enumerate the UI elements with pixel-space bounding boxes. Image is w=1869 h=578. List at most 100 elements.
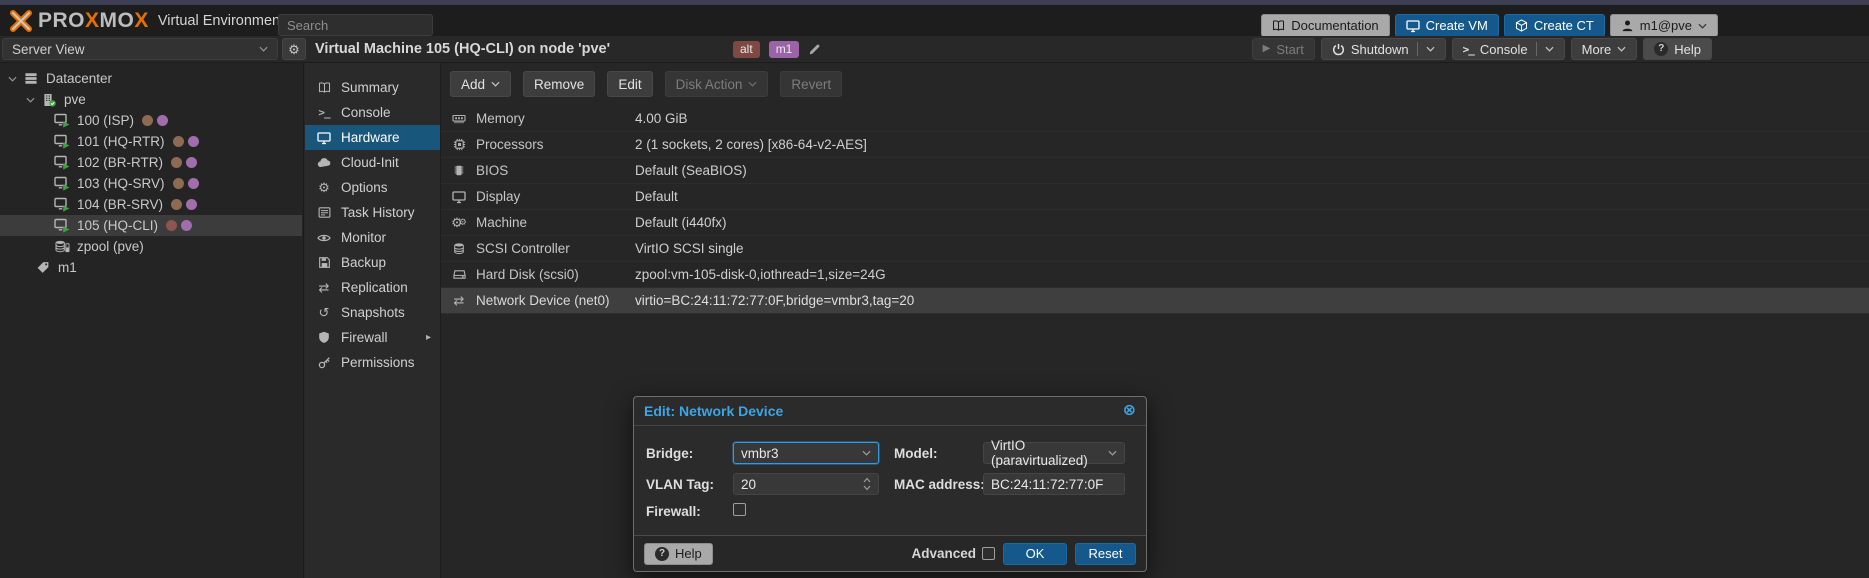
bridge-combobox[interactable]: vmbr3 (733, 442, 879, 464)
hardware-row-value: VirtIO SCSI single (635, 241, 744, 256)
remove-button[interactable]: Remove (523, 71, 595, 97)
chevron-down-icon (1108, 450, 1117, 456)
shutdown-button[interactable]: Shutdown (1321, 38, 1446, 60)
create-ct-button[interactable]: Create CT (1504, 14, 1605, 37)
vm-icon (52, 134, 72, 149)
button-label: Shutdown (1351, 42, 1409, 57)
tag-color-dots (171, 157, 197, 168)
chevron-down-icon (862, 450, 871, 456)
tree-item-vm-102[interactable]: 102 (BR-RTR) (0, 152, 302, 173)
mac-input[interactable]: BC:24:11:72:77:0F (983, 473, 1125, 495)
tab-summary[interactable]: Summary (305, 75, 440, 100)
hardware-row-value: virtio=BC:24:11:72:77:0F,bridge=vmbr3,ta… (635, 293, 914, 308)
tree-item-label: zpool (pve) (77, 239, 144, 254)
vm-action-buttons: ▶Start Shutdown >_Console More?Help (1252, 38, 1712, 60)
button-label: Add (461, 77, 485, 92)
disk-action-button[interactable]: Disk Action (665, 71, 769, 97)
tree-item-storage-zpool[interactable]: zpool (pve) (0, 236, 302, 257)
hardware-row-hard-disk-scsi0[interactable]: Hard Disk (scsi0)zpool:vm-105-disk-0,iot… (441, 262, 1869, 288)
documentation-button[interactable]: Documentation (1261, 14, 1389, 37)
tag-dot (173, 136, 184, 147)
advanced-checkbox[interactable] (982, 547, 995, 560)
model-combobox[interactable]: VirtIO (paravirtualized) (983, 442, 1125, 464)
hardware-row-value: Default (635, 189, 678, 204)
tag-dot (181, 220, 192, 231)
model-value: VirtIO (paravirtualized) (991, 438, 1108, 468)
hardware-row-network-device-net0[interactable]: ⇄Network Device (net0)virtio=BC:24:11:72… (441, 288, 1869, 314)
edit-tags-pencil-icon[interactable] (808, 43, 821, 56)
button-label: Help (1674, 42, 1701, 57)
spinner-arrows-icon (863, 477, 871, 491)
hardware-row-machine[interactable]: ⚙⚙MachineDefault (i440fx) (441, 210, 1869, 236)
help-button[interactable]: ?Help (1643, 38, 1712, 60)
submenu-arrow-icon: ▸ (426, 333, 431, 343)
tab-task-history[interactable]: Task History (305, 200, 440, 225)
nav-item-label: Options (341, 180, 388, 195)
hardware-row-scsi-controller[interactable]: SCSI ControllerVirtIO SCSI single (441, 236, 1869, 262)
subheader-bar: Server View ⚙ Virtual Machine 105 (HQ-CL… (0, 36, 1869, 63)
close-icon[interactable]: ⊗ (1123, 403, 1136, 419)
chevron-down-icon (259, 46, 268, 52)
tree-item-vm-105[interactable]: 105 (HQ-CLI) (0, 215, 302, 236)
bridge-label: Bridge: (646, 446, 693, 461)
tab-permissions[interactable]: Permissions (305, 350, 440, 375)
view-selector[interactable]: Server View (2, 38, 278, 60)
hardware-row-bios[interactable]: BIOSDefault (SeaBIOS) (441, 158, 1869, 184)
add-button[interactable]: Add (450, 71, 511, 97)
revert-button[interactable]: Revert (780, 71, 842, 97)
edit-button[interactable]: Edit (607, 71, 652, 97)
tab-replication[interactable]: ⇄Replication (305, 275, 440, 300)
node-icon (39, 93, 59, 107)
tab-hardware[interactable]: Hardware (305, 125, 440, 150)
tag-dot (142, 115, 153, 126)
dialog-titlebar: Edit: Network Device ⊗ (634, 397, 1146, 426)
book-icon (1272, 19, 1285, 32)
more-button[interactable]: More (1571, 38, 1638, 60)
vlan-spinner[interactable]: 20 (733, 473, 879, 495)
tab-snapshots[interactable]: ↺Snapshots (305, 300, 440, 325)
mac-value: BC:24:11:72:77:0F (991, 477, 1103, 492)
tag-dot (171, 199, 182, 210)
advanced-toggle: Advanced (911, 546, 995, 561)
tab-cloud-init[interactable]: Cloud-Init (305, 150, 440, 175)
tab-monitor[interactable]: Monitor (305, 225, 440, 250)
console-button[interactable]: >_Console (1452, 38, 1565, 60)
reset-button[interactable]: Reset (1075, 543, 1136, 565)
vm-icon (52, 218, 72, 233)
button-label: Disk Action (676, 77, 743, 92)
tab-backup[interactable]: Backup (305, 250, 440, 275)
tab-options[interactable]: ⚙Options (305, 175, 440, 200)
firewall-checkbox[interactable] (733, 503, 746, 516)
tree-item-datacenter[interactable]: Datacenter (0, 68, 302, 89)
search-input[interactable] (278, 14, 433, 36)
tree-item-vm-104[interactable]: 104 (BR-SRV) (0, 194, 302, 215)
vm-tag-alt[interactable]: alt (733, 41, 760, 58)
ok-button[interactable]: OK (1003, 543, 1067, 565)
hardware-row-display[interactable]: DisplayDefault (441, 184, 1869, 210)
button-label: Documentation (1291, 18, 1378, 33)
tree-item-node-pve[interactable]: pve (0, 89, 302, 110)
vm-tag-m1[interactable]: m1 (769, 41, 800, 58)
hardware-row-memory[interactable]: Memory4.00 GiB (441, 106, 1869, 132)
tag-color-dots (173, 178, 199, 189)
tree-item-tag-m1[interactable]: m1 (0, 257, 302, 278)
advanced-label: Advanced (911, 546, 976, 561)
tree-item-vm-103[interactable]: 103 (HQ-SRV) (0, 173, 302, 194)
chip-icon (450, 164, 468, 177)
tab-firewall[interactable]: Firewall▸ (305, 325, 440, 350)
create-vm-button[interactable]: Create VM (1395, 14, 1499, 37)
tag-dot (171, 157, 182, 168)
m1-pve-button[interactable]: m1@pve (1610, 14, 1718, 37)
hardware-row-processors[interactable]: Processors2 (1 sockets, 2 cores) [x86-64… (441, 132, 1869, 158)
button-label: m1@pve (1640, 18, 1692, 33)
tree-settings-button[interactable]: ⚙ (282, 38, 306, 60)
cloud-icon (316, 156, 332, 170)
dialog-help-button[interactable]: ? Help (644, 543, 713, 565)
hardware-row-value: zpool:vm-105-disk-0,iothread=1,size=24G (635, 267, 886, 282)
start-button[interactable]: ▶Start (1252, 38, 1315, 60)
key-icon (316, 356, 332, 369)
tab-console[interactable]: >_Console (305, 100, 440, 125)
tree-item-vm-100[interactable]: 100 (ISP) (0, 110, 302, 131)
tree-item-vm-101[interactable]: 101 (HQ-RTR) (0, 131, 302, 152)
hardware-table: Memory4.00 GiBProcessors2 (1 sockets, 2 … (441, 106, 1869, 314)
